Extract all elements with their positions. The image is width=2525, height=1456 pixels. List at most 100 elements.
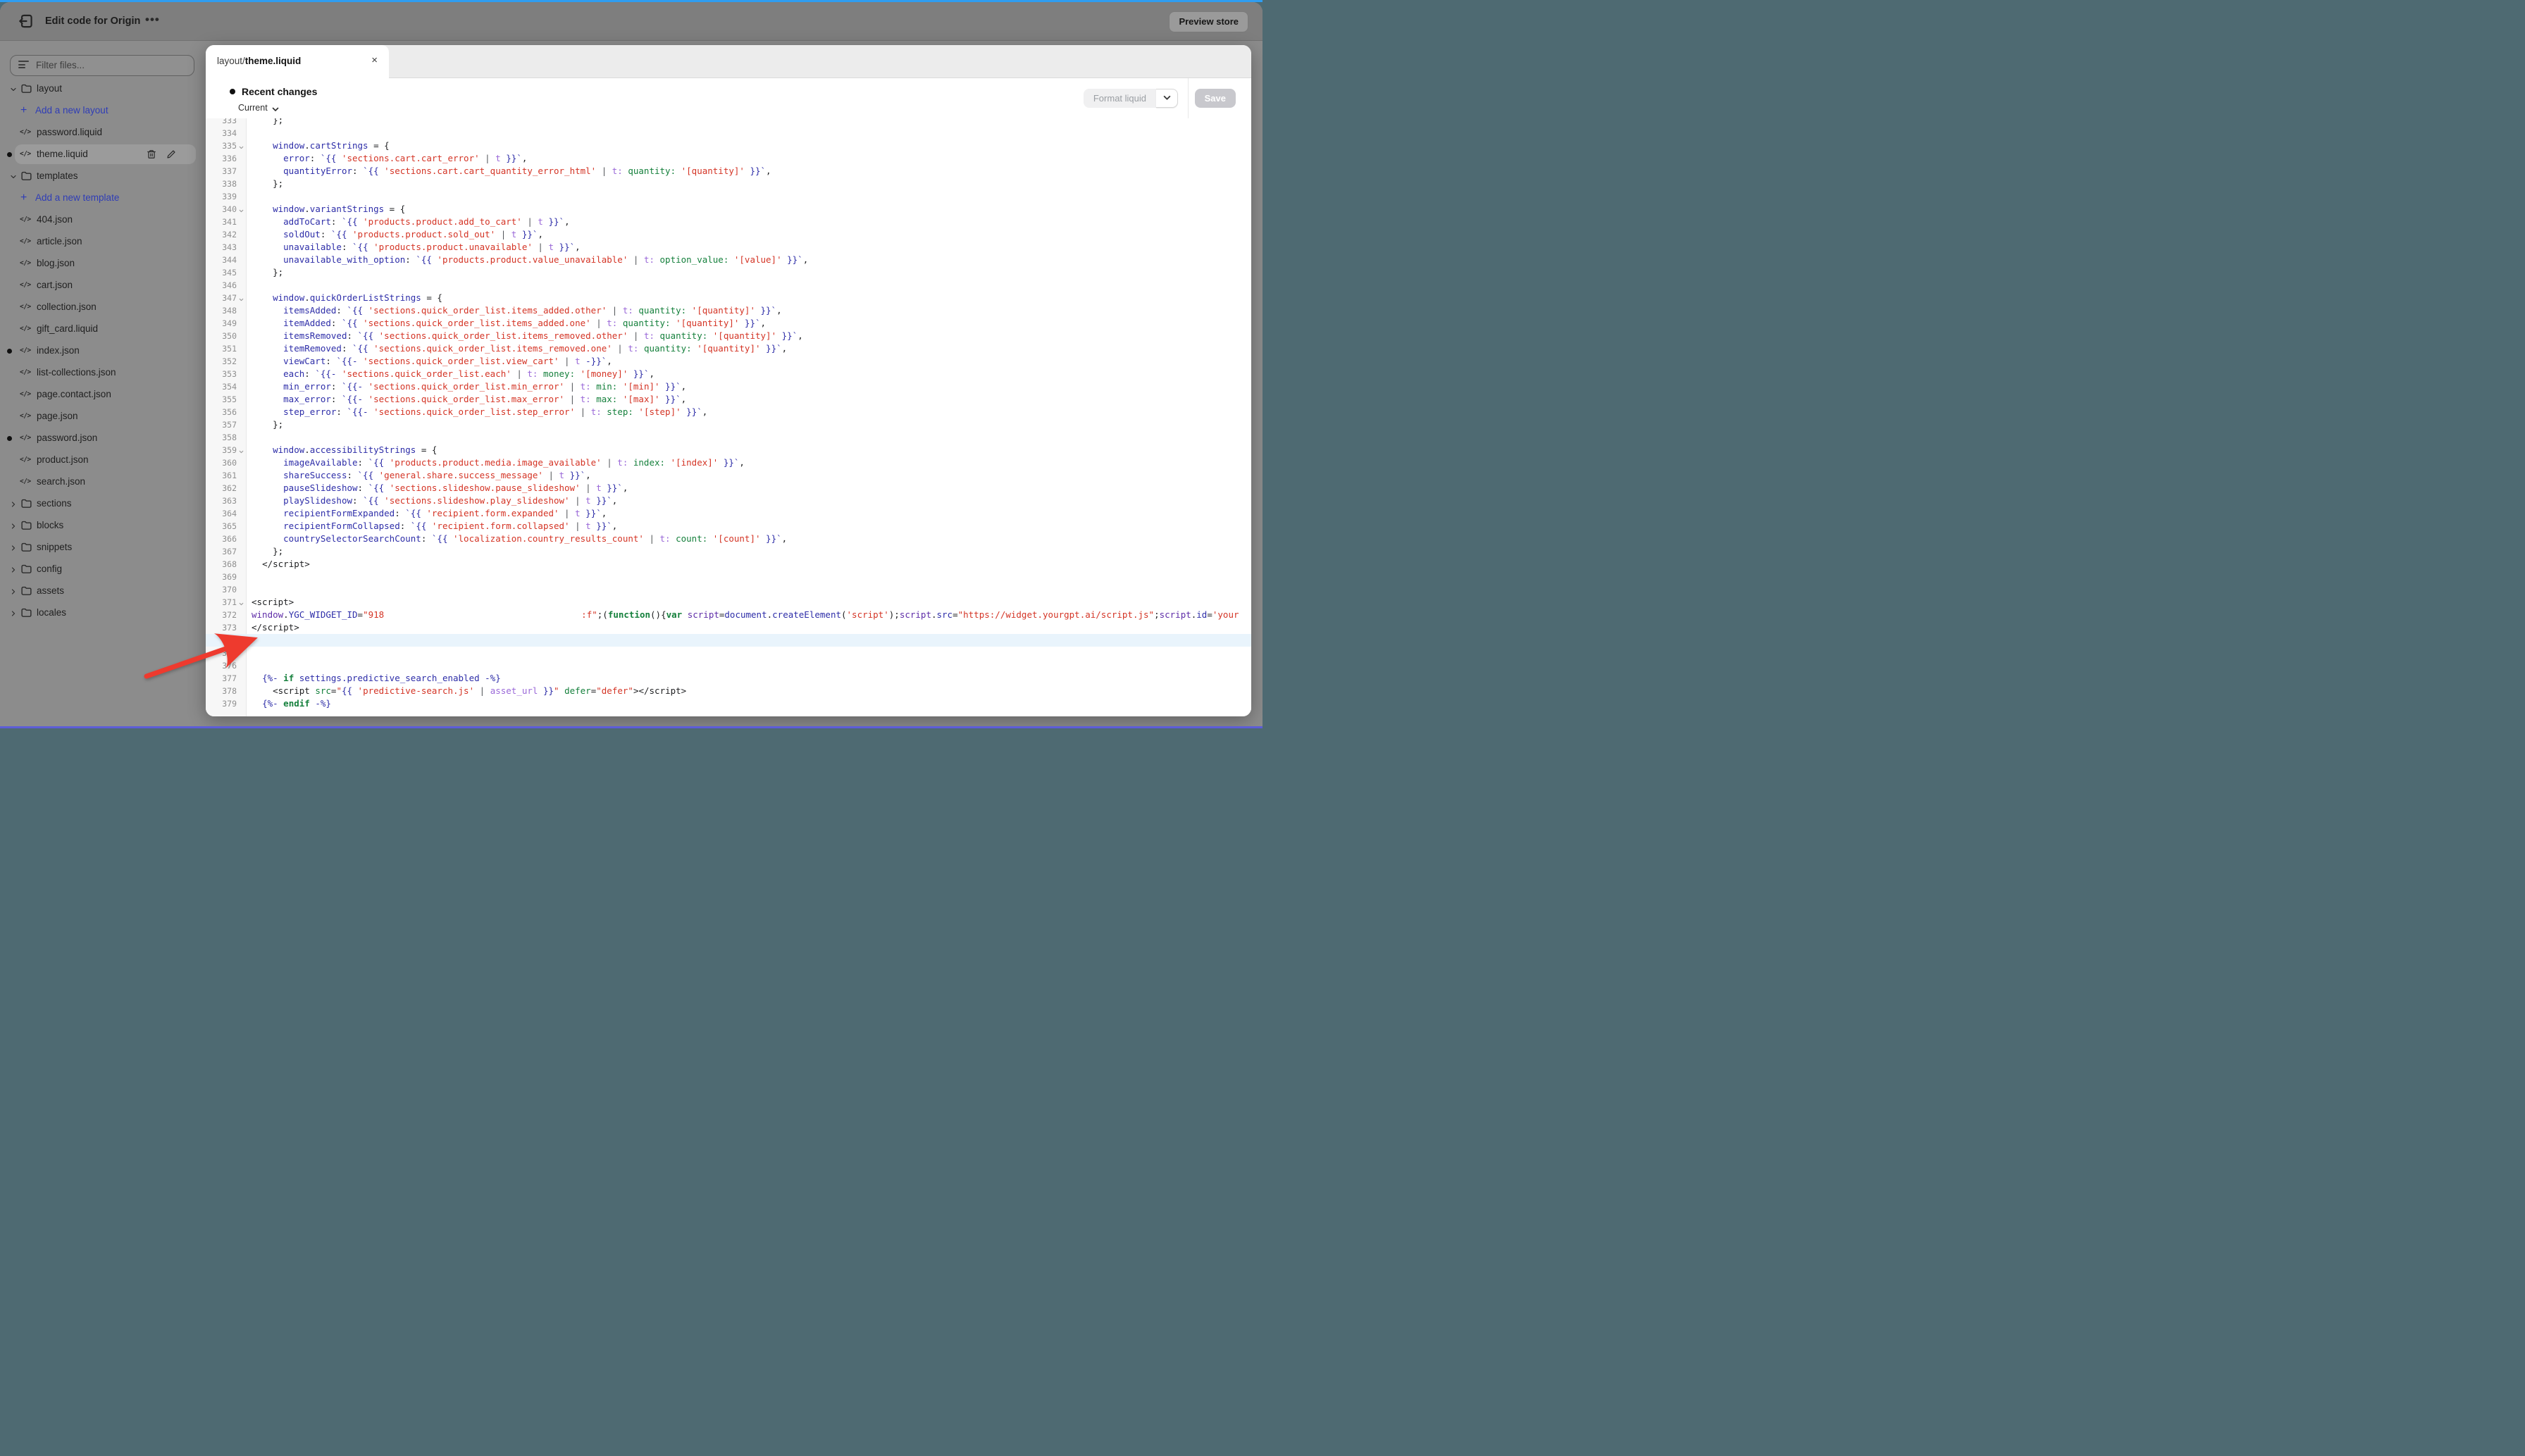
code-line[interactable]: recipientFormExpanded: `{{ 'recipient.fo… — [252, 507, 1251, 520]
line-number[interactable]: 350 — [206, 330, 237, 342]
sidebar-file-index-json[interactable]: </> index.json — [0, 341, 206, 361]
line-number[interactable]: 360 — [206, 456, 237, 469]
line-number[interactable]: 364 — [206, 507, 237, 520]
fold-chevron-icon[interactable] — [238, 294, 245, 306]
code-line[interactable]: itemsRemoved: `{{ 'sections.quick_order_… — [252, 330, 1251, 342]
sidebar-folder-sections[interactable]: sections — [0, 494, 206, 514]
code-line[interactable] — [252, 431, 1251, 444]
sidebar-file-404-json[interactable]: </> 404.json — [0, 210, 206, 230]
code-line[interactable]: soldOut: `{{ 'products.product.sold_out'… — [252, 228, 1251, 241]
code-line[interactable]: max_error: `{{- 'sections.quick_order_li… — [252, 393, 1251, 406]
code-line[interactable]: </script> — [252, 621, 1251, 634]
sidebar-folder-blocks[interactable]: blocks — [0, 516, 206, 535]
line-number[interactable]: 374 — [206, 634, 237, 647]
line-number[interactable]: 367 — [206, 545, 237, 558]
sidebar-file-gift-card-liquid[interactable]: </> gift_card.liquid — [0, 319, 206, 339]
code-line[interactable]: unavailable_with_option: `{{ 'products.p… — [252, 254, 1251, 266]
code-line[interactable]: }; — [252, 118, 1251, 127]
line-number[interactable]: 336 — [206, 152, 237, 165]
line-number[interactable]: 347 — [206, 292, 237, 304]
code-line[interactable]: }; — [252, 418, 1251, 431]
fold-chevron-icon[interactable] — [238, 142, 245, 154]
line-number[interactable]: 341 — [206, 216, 237, 228]
format-liquid-menu[interactable] — [1156, 89, 1178, 108]
line-number[interactable]: 363 — [206, 494, 237, 507]
line-number[interactable]: 368 — [206, 558, 237, 571]
code-editor[interactable]: 333 }; 334 335 window.cartStrings = {336 e… — [206, 118, 1251, 716]
sidebar-file-password-json[interactable]: </> password.json — [0, 428, 206, 448]
line-number[interactable]: 379 — [206, 697, 237, 710]
sidebar-file-password-liquid[interactable]: </> password.liquid — [0, 123, 206, 142]
code-line[interactable]: <script src="{{ 'predictive-search.js' |… — [252, 685, 1251, 697]
code-line[interactable]: pauseSlideshow: `{{ 'sections.slideshow.… — [252, 482, 1251, 494]
code-line[interactable] — [252, 571, 1251, 583]
code-line[interactable]: shareSuccess: `{{ 'general.share.success… — [252, 469, 1251, 482]
code-line[interactable]: itemRemoved: `{{ 'sections.quick_order_l… — [252, 342, 1251, 355]
sidebar-folder-snippets[interactable]: snippets — [0, 537, 206, 557]
line-number[interactable]: 377 — [206, 672, 237, 685]
line-number[interactable]: 369 — [206, 571, 237, 583]
code-line[interactable] — [252, 659, 1251, 672]
code-line[interactable]: step_error: `{{- 'sections.quick_order_l… — [252, 406, 1251, 418]
line-number[interactable]: 378 — [206, 685, 237, 697]
line-number[interactable]: 365 — [206, 520, 237, 533]
line-number[interactable]: 334 — [206, 127, 237, 139]
line-number[interactable]: 345 — [206, 266, 237, 279]
code-line[interactable]: quantityError: `{{ 'sections.cart.cart_q… — [252, 165, 1251, 178]
line-number[interactable]: 355 — [206, 393, 237, 406]
code-line[interactable]: min_error: `{{- 'sections.quick_order_li… — [252, 380, 1251, 393]
sidebar-file-search-json[interactable]: </> search.json — [0, 472, 206, 492]
code-line[interactable]: error: `{{ 'sections.cart.cart_error' | … — [252, 152, 1251, 165]
sidebar-file-blog-json[interactable]: </> blog.json — [0, 254, 206, 273]
line-number[interactable]: 361 — [206, 469, 237, 482]
line-number[interactable]: 354 — [206, 380, 237, 393]
line-number[interactable]: 358 — [206, 431, 237, 444]
code-line[interactable]: }; — [252, 178, 1251, 190]
code-line[interactable]: itemAdded: `{{ 'sections.quick_order_lis… — [252, 317, 1251, 330]
line-number[interactable]: 339 — [206, 190, 237, 203]
code-line[interactable]: addToCart: `{{ 'products.product.add_to_… — [252, 216, 1251, 228]
line-number[interactable]: 376 — [206, 659, 237, 672]
code-line[interactable]: viewCart: `{{- 'sections.quick_order_lis… — [252, 355, 1251, 368]
code-line[interactable]: {%- endif -%} — [252, 697, 1251, 710]
version-dropdown[interactable]: Current — [238, 101, 279, 114]
code-line[interactable]: each: `{{- 'sections.quick_order_list.ea… — [252, 368, 1251, 380]
code-line[interactable]: recipientFormCollapsed: `{{ 'recipient.f… — [252, 520, 1251, 533]
code-line[interactable]: window.YGC_WIDGET_ID="918:f";(function()… — [252, 609, 1251, 621]
line-number[interactable]: 366 — [206, 533, 237, 545]
chevron-down-icon[interactable] — [9, 85, 18, 93]
line-number[interactable]: 349 — [206, 317, 237, 330]
fold-chevron-icon[interactable] — [238, 598, 245, 611]
line-number[interactable]: 359 — [206, 444, 237, 456]
line-number[interactable]: 362 — [206, 482, 237, 494]
chevron-down-icon[interactable] — [9, 172, 18, 180]
code-line[interactable]: playSlideshow: `{{ 'sections.slideshow.p… — [252, 494, 1251, 507]
code-line[interactable]: window.cartStrings = { — [252, 139, 1251, 152]
code-line[interactable] — [252, 127, 1251, 139]
code-line[interactable]: <script> — [252, 596, 1251, 609]
chevron-right-icon[interactable] — [9, 521, 18, 530]
line-number[interactable]: 352 — [206, 355, 237, 368]
code-line[interactable] — [252, 279, 1251, 292]
code-line[interactable]: window.variantStrings = { — [252, 203, 1251, 216]
fold-chevron-icon[interactable] — [238, 205, 245, 218]
chevron-right-icon[interactable] — [9, 609, 18, 617]
line-number[interactable]: 344 — [206, 254, 237, 266]
code-line[interactable]: window.quickOrderListStrings = { — [252, 292, 1251, 304]
line-number[interactable]: 338 — [206, 178, 237, 190]
line-number[interactable]: 356 — [206, 406, 237, 418]
line-number[interactable]: 342 — [206, 228, 237, 241]
line-number[interactable]: 343 — [206, 241, 237, 254]
sidebar-folder-templates[interactable]: templates — [0, 166, 206, 186]
code-line[interactable] — [252, 647, 1251, 659]
format-liquid-button[interactable]: Format liquid — [1083, 89, 1178, 108]
line-number[interactable]: 371 — [206, 596, 237, 609]
sidebar-file-product-json[interactable]: </> product.json — [0, 450, 206, 470]
code-line[interactable]: unavailable: `{{ 'products.product.unava… — [252, 241, 1251, 254]
code-line[interactable]: }; — [252, 545, 1251, 558]
more-actions-icon[interactable]: ••• — [145, 2, 160, 40]
code-line[interactable] — [252, 190, 1251, 203]
line-number[interactable]: 340 — [206, 203, 237, 216]
line-number[interactable]: 351 — [206, 342, 237, 355]
chevron-right-icon[interactable] — [9, 499, 18, 508]
